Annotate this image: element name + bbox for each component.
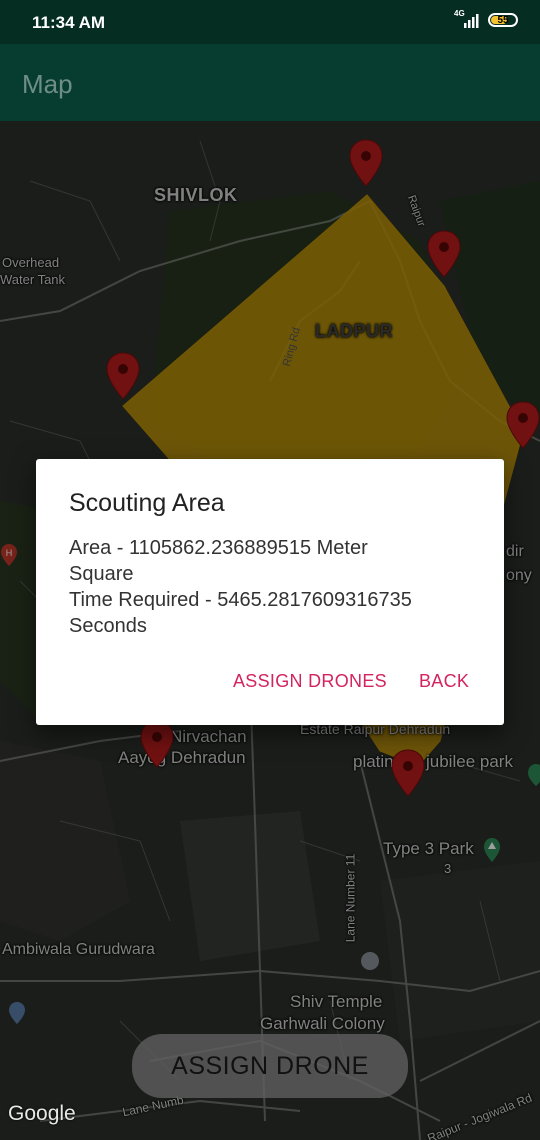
app-bar: Map (0, 44, 540, 121)
network-type: 4G (454, 9, 465, 18)
area-value-line1: Area - 1105862.236889515 Meter (69, 537, 368, 559)
dialog-message: Area - 1105862.236889515 Meter Square Ti… (69, 535, 469, 639)
page-title: Map (22, 69, 73, 99)
google-logo: Google (8, 1102, 76, 1125)
time-required-line2: Seconds (69, 615, 147, 637)
signal-icon: 4G (454, 9, 480, 28)
back-button[interactable]: BACK (419, 671, 469, 692)
battery-level: 55 (497, 14, 509, 26)
dialog-title: Scouting Area (69, 489, 225, 517)
area-value-line2: Square (69, 563, 134, 585)
time-required-line1: Time Required - 5465.2817609316735 (69, 589, 412, 611)
status-bar: 11:34 AM 4G 55 (0, 0, 540, 44)
assign-drone-button[interactable]: ASSIGN DRONE (132, 1034, 408, 1098)
scouting-area-dialog: Scouting Area Area - 1105862.236889515 M… (36, 459, 504, 725)
status-icons: 4G 55 (454, 9, 518, 28)
battery-icon: 55 (488, 13, 518, 27)
assign-drones-button[interactable]: ASSIGN DRONES (233, 671, 387, 692)
status-time: 11:34 AM (32, 13, 106, 32)
